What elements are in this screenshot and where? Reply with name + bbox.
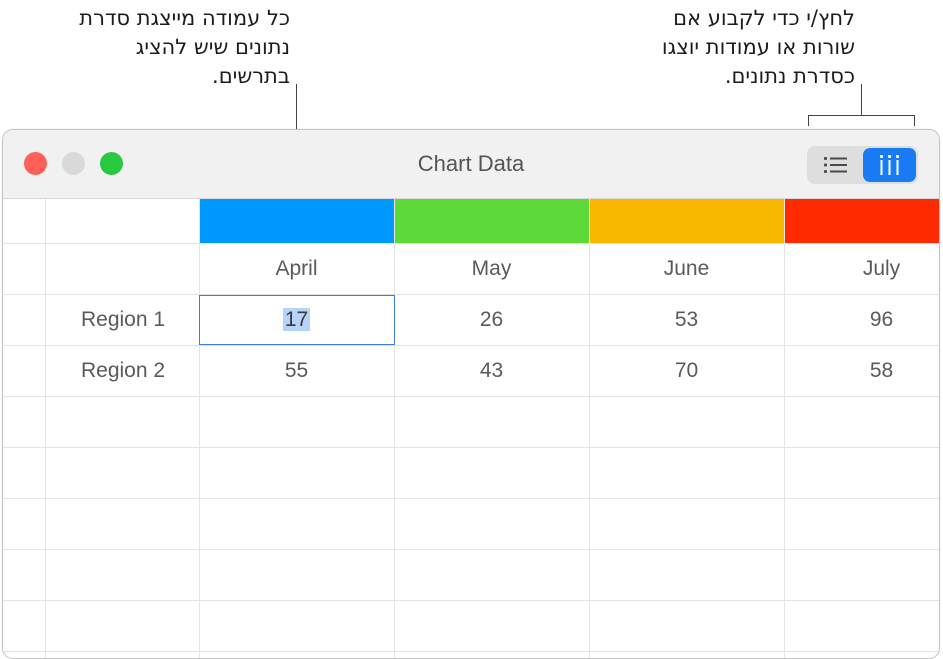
data-cell[interactable]: 96: [784, 295, 939, 345]
data-cell[interactable]: 43: [394, 346, 589, 396]
grid-hline: [3, 447, 939, 448]
data-grid: April May June July Region 1 17 26 53 96…: [3, 199, 939, 658]
grid-hline: [3, 498, 939, 499]
series-orientation-control: [807, 146, 918, 184]
grid-hline: [3, 600, 939, 601]
grid-hline: [3, 549, 939, 550]
series-color-july[interactable]: [784, 199, 939, 243]
selected-cell-value[interactable]: 17: [282, 308, 311, 331]
columns-icon: [880, 155, 899, 175]
column-header-june[interactable]: June: [589, 244, 784, 294]
data-cell[interactable]: 17: [199, 295, 394, 345]
data-cell[interactable]: 53: [589, 295, 784, 345]
data-cell[interactable]: 26: [394, 295, 589, 345]
grid-hline: [3, 651, 939, 652]
series-color-may[interactable]: [394, 199, 589, 243]
callout-toggle-rows-columns: לחץ/י כדי לקבוע אם שורות או עמודות יוצגו…: [661, 6, 855, 88]
list-rows-icon: [824, 157, 847, 173]
column-header-april[interactable]: April: [199, 244, 394, 294]
callout-bracket-vertical: [861, 84, 862, 116]
callout-series-columns: כל עמודה מייצגת סדרת נתונים שיש להציג בת…: [79, 6, 290, 88]
row-header-region-1[interactable]: Region 1: [47, 295, 199, 345]
row-header-region-2[interactable]: Region 2: [47, 346, 199, 396]
column-header-may[interactable]: May: [394, 244, 589, 294]
series-color-april[interactable]: [199, 199, 394, 243]
callout-bracket-horizontal: [808, 115, 915, 116]
grid-hline: [3, 396, 939, 397]
data-cell[interactable]: 70: [589, 346, 784, 396]
title-bar: Chart Data: [3, 130, 939, 199]
data-cell[interactable]: 58: [784, 346, 939, 396]
chart-data-window: Chart Data April May June July Region 1 …: [2, 129, 940, 659]
rows-as-series-button[interactable]: [809, 148, 862, 182]
window-title: Chart Data: [417, 151, 525, 176]
series-color-june[interactable]: [589, 199, 784, 243]
callout-bracket-left-tick: [808, 115, 809, 126]
column-header-july[interactable]: July: [784, 244, 939, 294]
columns-as-series-button[interactable]: [863, 148, 916, 182]
callout-bracket-right-tick: [914, 115, 915, 126]
grid-vline: [45, 199, 46, 658]
data-cell[interactable]: 55: [199, 346, 394, 396]
